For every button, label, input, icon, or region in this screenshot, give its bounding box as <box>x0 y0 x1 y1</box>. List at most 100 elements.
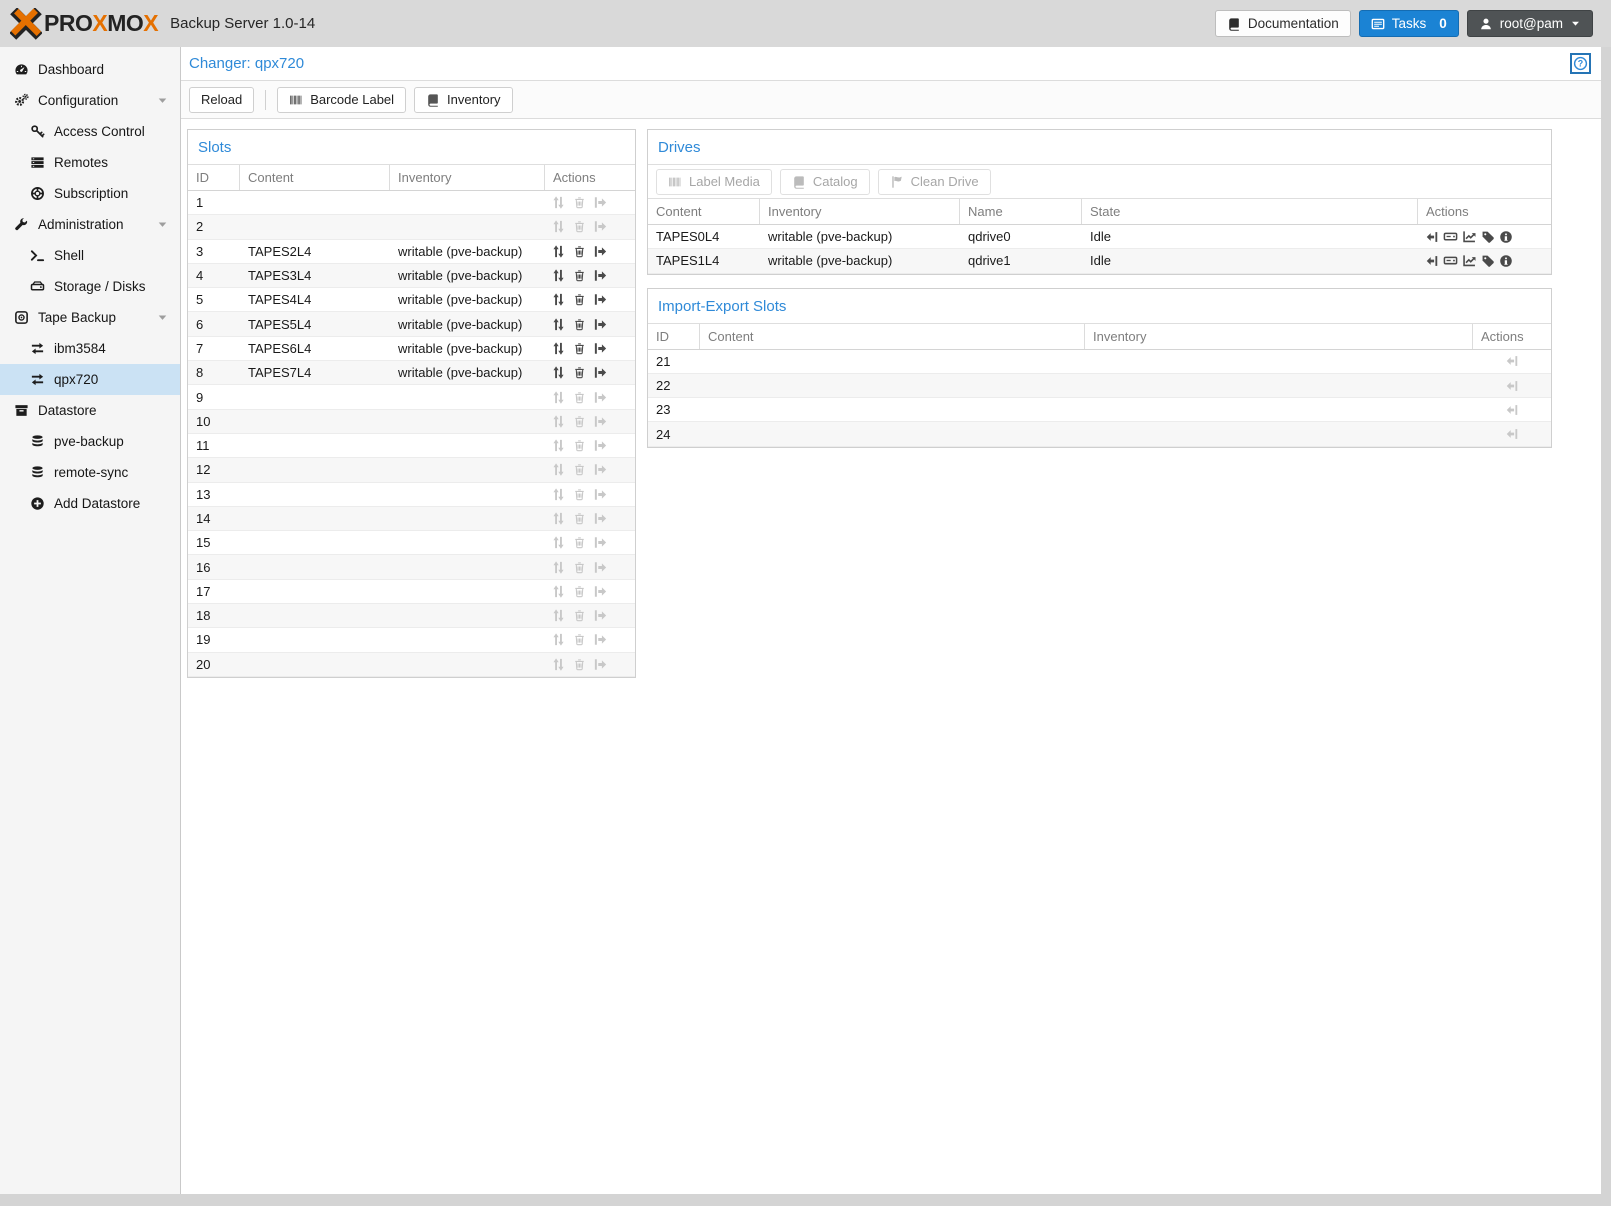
column-header-actions[interactable]: Actions <box>545 165 635 190</box>
trash-icon[interactable] <box>573 293 586 306</box>
column-header-actions[interactable]: Actions <box>1418 199 1551 224</box>
sidebar-item-remote-sync[interactable]: remote-sync <box>0 457 180 488</box>
table-row[interactable]: 15 <box>188 531 635 555</box>
trash-icon[interactable] <box>573 269 586 282</box>
export-icon[interactable] <box>593 317 608 332</box>
trash-icon[interactable] <box>573 366 586 379</box>
transfer-icon[interactable] <box>551 292 566 307</box>
reload-button[interactable]: Reload <box>189 87 254 113</box>
slot-actions <box>545 632 635 647</box>
export-icon[interactable] <box>593 268 608 283</box>
table-row[interactable]: TAPES1L4writable (pve-backup)qdrive1Idle <box>648 249 1551 273</box>
user-menu-button[interactable]: root@pam <box>1467 10 1593 37</box>
table-row[interactable]: 10 <box>188 410 635 434</box>
export-icon[interactable] <box>593 341 608 356</box>
sidebar-item-ibm3584[interactable]: ibm3584 <box>0 333 180 364</box>
table-row[interactable]: 4TAPES3L4writable (pve-backup) <box>188 264 635 288</box>
trash-icon[interactable] <box>573 245 586 258</box>
tag-icon[interactable] <box>1481 254 1495 268</box>
column-header-inventory[interactable]: Inventory <box>390 165 545 190</box>
drive-actions <box>1418 253 1551 268</box>
table-row[interactable]: 22 <box>648 374 1551 398</box>
column-header-content[interactable]: Content <box>700 324 1085 349</box>
column-header-inventory[interactable]: Inventory <box>760 199 960 224</box>
export-icon[interactable] <box>593 244 608 259</box>
unload-icon[interactable] <box>1425 230 1439 244</box>
chevron-down-icon[interactable] <box>154 95 170 106</box>
table-row[interactable]: 12 <box>188 458 635 482</box>
export-icon[interactable] <box>593 292 608 307</box>
table-row[interactable]: 21 <box>648 350 1551 374</box>
table-row[interactable]: 2 <box>188 215 635 239</box>
column-header-state[interactable]: State <box>1082 199 1418 224</box>
chevron-down-icon[interactable] <box>154 219 170 230</box>
column-header-content[interactable]: Content <box>648 199 760 224</box>
table-row[interactable]: 14 <box>188 507 635 531</box>
barcode-label-button[interactable]: Barcode Label <box>277 87 406 113</box>
trash-icon[interactable] <box>573 342 586 355</box>
table-row[interactable]: 13 <box>188 483 635 507</box>
sidebar-item-dashboard[interactable]: Dashboard <box>0 54 180 85</box>
sidebar-item-administration[interactable]: Administration <box>0 209 180 240</box>
column-header-name[interactable]: Name <box>960 199 1082 224</box>
sidebar-item-pve-backup[interactable]: pve-backup <box>0 426 180 457</box>
sidebar-item-access-control[interactable]: Access Control <box>0 116 180 147</box>
slot-actions <box>545 341 635 356</box>
export-icon <box>593 511 608 526</box>
column-header-id[interactable]: ID <box>648 324 700 349</box>
sidebar-item-shell[interactable]: Shell <box>0 240 180 271</box>
info-icon[interactable] <box>1499 230 1513 244</box>
hdd-drive-icon[interactable] <box>1443 253 1458 268</box>
brand-text: PROXMOX <box>44 10 158 37</box>
transfer-icon[interactable] <box>551 341 566 356</box>
table-row[interactable]: 7TAPES6L4writable (pve-backup) <box>188 337 635 361</box>
table-row[interactable]: 20 <box>188 653 635 677</box>
table-row[interactable]: 16 <box>188 555 635 579</box>
table-row[interactable]: 5TAPES4L4writable (pve-backup) <box>188 288 635 312</box>
table-row[interactable]: 1 <box>188 191 635 215</box>
tasks-button[interactable]: Tasks 0 <box>1359 10 1459 37</box>
table-row[interactable]: 11 <box>188 434 635 458</box>
chevron-down-icon[interactable] <box>154 312 170 323</box>
chart-icon[interactable] <box>1462 229 1477 244</box>
column-header-id[interactable]: ID <box>188 165 240 190</box>
export-icon <box>593 195 608 210</box>
documentation-button[interactable]: Documentation <box>1215 10 1351 37</box>
info-icon[interactable] <box>1499 254 1513 268</box>
book-icon <box>792 175 806 189</box>
table-row[interactable]: 18 <box>188 604 635 628</box>
sidebar-item-subscription[interactable]: Subscription <box>0 178 180 209</box>
table-row[interactable]: 3TAPES2L4writable (pve-backup) <box>188 240 635 264</box>
sidebar-item-storage-disks[interactable]: Storage / Disks <box>0 271 180 302</box>
column-header-actions[interactable]: Actions <box>1473 324 1551 349</box>
table-row[interactable]: 23 <box>648 398 1551 422</box>
sidebar-item-add-datastore[interactable]: Add Datastore <box>0 488 180 519</box>
transfer-icon[interactable] <box>551 365 566 380</box>
transfer-icon[interactable] <box>551 317 566 332</box>
chart-icon[interactable] <box>1462 253 1477 268</box>
table-row[interactable]: 6TAPES5L4writable (pve-backup) <box>188 312 635 336</box>
sidebar-item-qpx720[interactable]: qpx720 <box>0 364 180 395</box>
export-icon[interactable] <box>593 365 608 380</box>
trash-icon[interactable] <box>573 318 586 331</box>
column-header-inventory[interactable]: Inventory <box>1085 324 1473 349</box>
unload-icon[interactable] <box>1425 254 1439 268</box>
help-button[interactable]: ? <box>1570 53 1591 74</box>
sidebar-item-tape-backup[interactable]: Tape Backup <box>0 302 180 333</box>
transfer-icon[interactable] <box>551 244 566 259</box>
table-row[interactable]: 17 <box>188 580 635 604</box>
drives-grid-body: TAPES0L4writable (pve-backup)qdrive0Idle… <box>648 225 1551 274</box>
hdd-drive-icon[interactable] <box>1443 229 1458 244</box>
sidebar-item-datastore[interactable]: Datastore <box>0 395 180 426</box>
column-header-content[interactable]: Content <box>240 165 390 190</box>
inventory-button[interactable]: Inventory <box>414 87 512 113</box>
transfer-icon[interactable] <box>551 268 566 283</box>
tag-icon[interactable] <box>1481 230 1495 244</box>
table-row[interactable]: 8TAPES7L4writable (pve-backup) <box>188 361 635 385</box>
table-row[interactable]: TAPES0L4writable (pve-backup)qdrive0Idle <box>648 225 1551 249</box>
sidebar-item-configuration[interactable]: Configuration <box>0 85 180 116</box>
table-row[interactable]: 24 <box>648 422 1551 446</box>
table-row[interactable]: 19 <box>188 628 635 652</box>
sidebar-item-remotes[interactable]: Remotes <box>0 147 180 178</box>
table-row[interactable]: 9 <box>188 385 635 409</box>
